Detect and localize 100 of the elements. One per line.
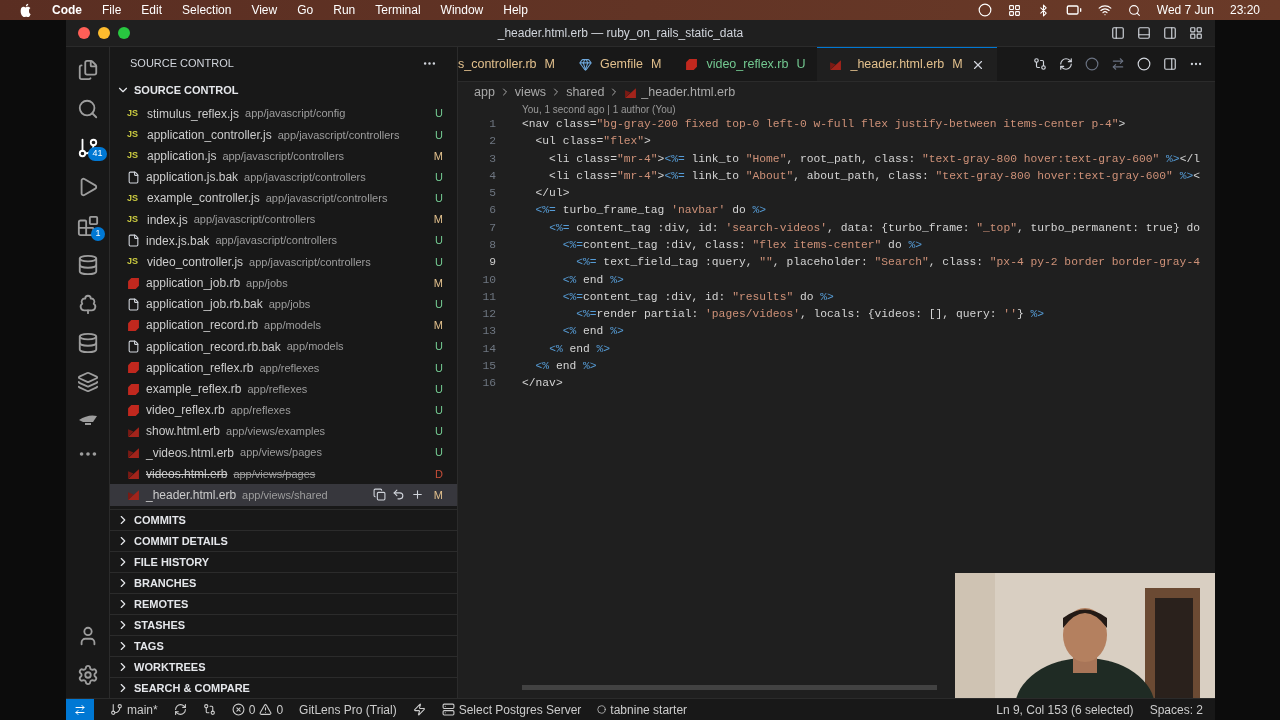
breadcrumb-item[interactable]: shared	[566, 82, 605, 102]
problems-status[interactable]: 0 0	[231, 700, 284, 719]
panel-left-icon[interactable]	[1111, 26, 1125, 40]
file-name: application_record.rb	[146, 317, 259, 335]
menu-item[interactable]: Help	[503, 1, 528, 19]
files-icon[interactable]	[76, 59, 99, 81]
git-graph-icon[interactable]	[202, 703, 216, 716]
breadcrumb-item[interactable]: views	[514, 82, 547, 102]
change-item[interactable]: example_reflex.rb app/reflexes U	[110, 378, 457, 400]
change-item[interactable]: video_reflex.rb app/reflexes U	[110, 399, 457, 421]
panel-right-icon[interactable]	[1163, 26, 1177, 40]
editor-tab[interactable]: s_controller.rb M	[458, 47, 567, 81]
file-path: app/jobs	[246, 275, 288, 291]
section-header[interactable]: TAGS	[110, 635, 457, 656]
change-item[interactable]: JS application.js app/javascript/controllers M	[110, 145, 457, 167]
change-item[interactable]: application_job.rb.bak app/jobs U	[110, 293, 457, 315]
status-letter: U	[435, 169, 443, 185]
file-path: app/reflexes	[247, 381, 308, 397]
split-editor-icon[interactable]	[1163, 57, 1177, 71]
change-item[interactable]: application_record.rb app/models M	[110, 314, 457, 337]
database-icon[interactable]	[76, 332, 99, 354]
change-item[interactable]: application_record.rb.bak app/models U	[110, 336, 457, 358]
section-header[interactable]: BRANCHES	[110, 572, 457, 593]
change-item[interactable]: JS stimulus_reflex.js app/javascript/config U	[110, 103, 457, 125]
compare-icon[interactable]	[1033, 57, 1047, 71]
section-header[interactable]: SOURCE CONTROL	[110, 79, 457, 101]
search-icon[interactable]	[76, 98, 99, 120]
editor-tab[interactable]: video_reflex.rb U	[673, 47, 818, 81]
menu-item[interactable]: Edit	[141, 1, 163, 19]
branch-status[interactable]: main*	[110, 700, 158, 719]
status-letter: U	[435, 445, 443, 461]
discard-icon[interactable]	[391, 488, 405, 502]
menu-item[interactable]: File	[102, 1, 122, 19]
wifi-icon[interactable]	[1097, 3, 1112, 17]
indentation-status[interactable]: Spaces: 2	[1149, 700, 1215, 719]
section-header[interactable]: COMMITS	[110, 509, 457, 530]
cursor-position[interactable]: Ln 9, Col 153 (6 selected)	[996, 700, 1134, 719]
panel-bottom-icon[interactable]	[1137, 26, 1151, 40]
file-name: index.js	[147, 211, 188, 229]
change-item[interactable]: index.js.bak app/javascript/controllers U	[110, 230, 457, 252]
file-name: application.js.bak	[146, 169, 239, 187]
layers-icon[interactable]	[76, 371, 99, 393]
zoom-window-button[interactable]	[118, 27, 130, 39]
layout-icon[interactable]	[1189, 26, 1203, 40]
change-item[interactable]: application_reflex.rb app/reflexes U	[110, 357, 457, 379]
code-line: </nav>	[522, 376, 563, 392]
change-item[interactable]: JS index.js app/javascript/controllers M	[110, 208, 457, 231]
file-icon	[127, 170, 140, 184]
minimize-window-button[interactable]	[98, 27, 110, 39]
breadcrumb-item[interactable]: app	[474, 82, 495, 102]
gem-icon	[578, 57, 592, 71]
tabnine-status[interactable]: tabnine starter	[597, 700, 688, 719]
search-icon[interactable]	[1127, 3, 1141, 17]
section-header[interactable]: COMMIT DETAILS	[110, 530, 457, 551]
line-number: 11	[481, 289, 496, 305]
breadcrumb-item[interactable]: _header.html.erb	[641, 82, 736, 102]
section-header[interactable]: FILE HISTORY	[110, 551, 457, 572]
remote-button[interactable]	[66, 699, 94, 720]
change-item[interactable]: _header.html.erb app/views/shared M	[110, 484, 457, 506]
battery-icon[interactable]	[1065, 2, 1082, 18]
menu-item[interactable]: Run	[333, 1, 356, 19]
editor-tab[interactable]: Gemfile M	[566, 47, 674, 81]
change-item[interactable]: videos.html.erb app/views/pages D	[110, 463, 457, 485]
menu-item[interactable]: View	[251, 1, 278, 19]
section-header[interactable]: REMOTES	[110, 593, 457, 614]
change-item[interactable]: JS application_controller.js app/javascript/controllers U	[110, 124, 457, 146]
change-item[interactable]: application.js.bak app/javascript/controllers U	[110, 166, 457, 188]
change-item[interactable]: show.html.erb app/views/examples U	[110, 420, 457, 442]
line-number: 14	[481, 341, 496, 357]
extensions-icon[interactable]	[76, 215, 99, 237]
postgres-status[interactable]: Select Postgres Server	[441, 700, 582, 719]
lightning-icon[interactable]	[412, 703, 426, 716]
change-item[interactable]: application_job.rb app/jobs M	[110, 272, 457, 294]
grid-icon[interactable]	[1007, 3, 1021, 17]
settings-icon[interactable]	[76, 664, 99, 686]
menu-item[interactable]: Window	[440, 1, 484, 19]
section-header[interactable]: STASHES	[110, 614, 457, 635]
database-icon[interactable]	[76, 254, 99, 276]
change-item[interactable]: JS video_controller.js app/javascript/controllers U	[110, 251, 457, 273]
stage-icon[interactable]	[410, 488, 424, 502]
close-window-button[interactable]	[78, 27, 90, 39]
gitlens-status[interactable]: GitLens Pro (Trial)	[299, 700, 397, 719]
open-file-icon[interactable]	[372, 488, 386, 502]
gem-file-icon	[127, 276, 140, 290]
sync-icon[interactable]	[173, 703, 187, 716]
menu-item[interactable]: Go	[297, 1, 314, 19]
editor-tab[interactable]: _header.html.erb M	[817, 47, 997, 81]
menu-item[interactable]: Selection	[182, 1, 232, 19]
apple-logo-icon[interactable]	[20, 3, 32, 17]
file-path: app/reflexes	[230, 402, 291, 418]
section-header[interactable]: WORKTREES	[110, 656, 457, 677]
change-item[interactable]: JS example_controller.js app/javascript/controllers U	[110, 187, 457, 209]
menu-item[interactable]: Terminal	[375, 1, 421, 19]
change-item[interactable]: _videos.html.erb app/views/pages U	[110, 442, 457, 464]
badge: 41	[88, 147, 107, 161]
app-menu[interactable]: Code	[52, 1, 82, 19]
status-icon[interactable]	[977, 3, 992, 17]
arrows-icon[interactable]	[1111, 57, 1125, 71]
line-number: 1	[488, 117, 496, 133]
server-icon	[441, 703, 455, 716]
